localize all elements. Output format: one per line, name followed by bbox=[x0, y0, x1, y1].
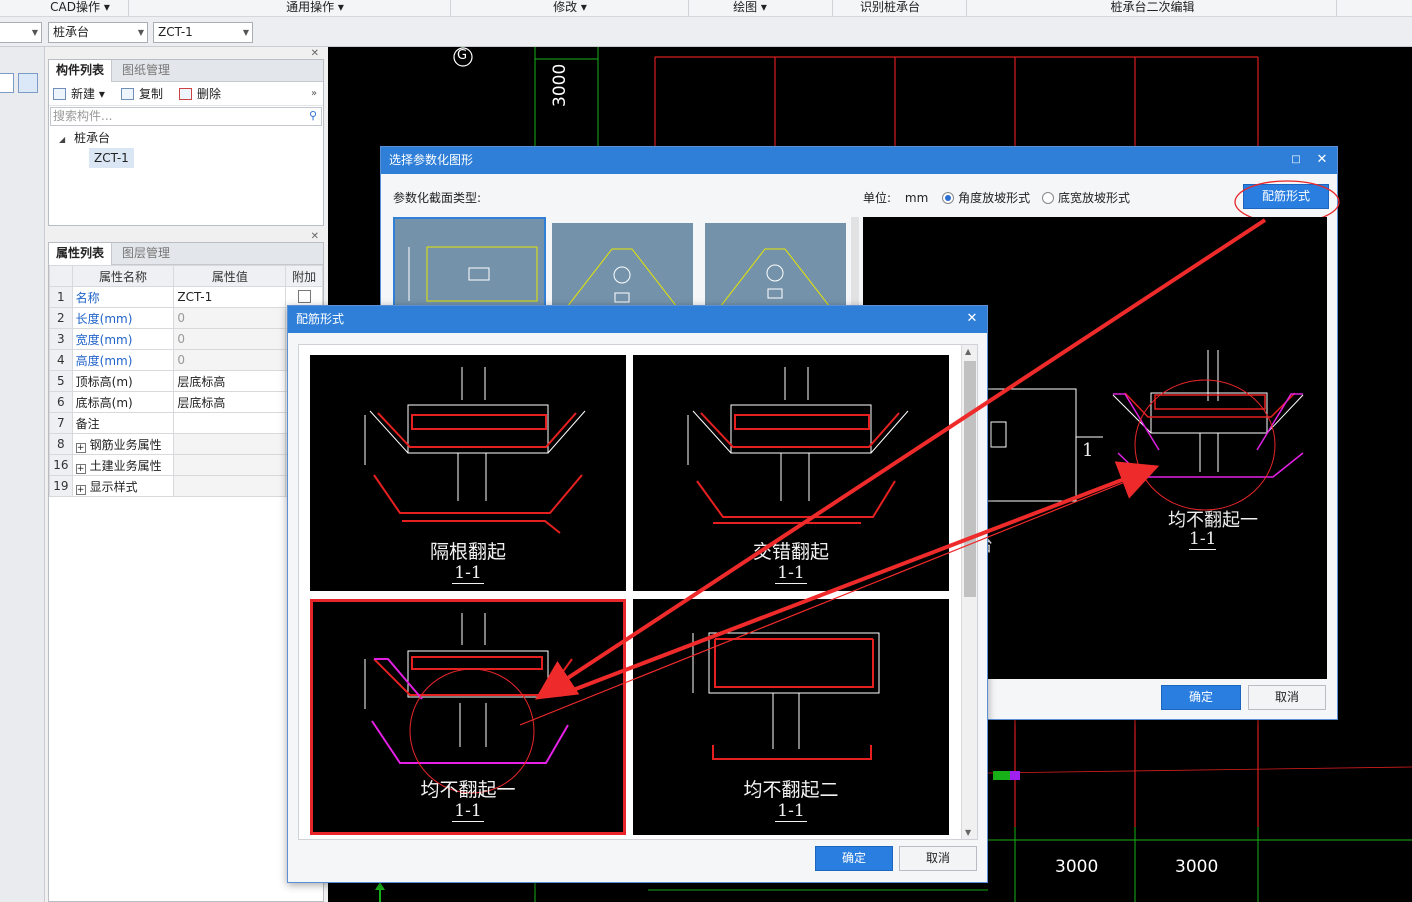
cancel-button[interactable]: 取消 bbox=[899, 846, 977, 871]
section-thumb-rect[interactable] bbox=[393, 217, 546, 307]
close-icon[interactable]: ✕ bbox=[311, 48, 319, 59]
scroll-down-icon[interactable]: ▼ bbox=[965, 828, 971, 837]
option-caption: 均不翻起二 bbox=[743, 779, 839, 801]
list-view-icon[interactable] bbox=[0, 73, 14, 93]
property-value-cell[interactable]: ZCT-1 bbox=[173, 286, 287, 308]
thumb-scrollbar[interactable] bbox=[851, 217, 859, 307]
component-combo[interactable]: ZCT-1 ▼ bbox=[153, 22, 253, 43]
section-type-label: 参数化截面类型: bbox=[393, 191, 482, 205]
rebar-option-no-bend-2[interactable]: 均不翻起二 1-1 bbox=[633, 599, 949, 835]
collapse-icon[interactable]: ◢ bbox=[59, 135, 65, 144]
table-row[interactable]: 6 底标高(m) 层底标高 bbox=[49, 391, 323, 413]
cancel-button[interactable]: 取消 bbox=[1248, 685, 1326, 710]
left-icon-strip bbox=[0, 47, 45, 902]
close-icon[interactable]: ✕ bbox=[311, 231, 319, 242]
component-list-panel: ✕ 构件列表 图纸管理 新建 ▾ 复制 删除 » 搜索构件... ⚲ ◢ 桩承台… bbox=[48, 48, 324, 226]
table-row[interactable]: 19 + 显示样式 bbox=[49, 475, 323, 497]
axis-label: G bbox=[457, 48, 468, 63]
dimension-text: 3000 bbox=[1055, 857, 1099, 877]
menu-general-ops[interactable]: 通用操作 ▾ bbox=[270, 0, 360, 16]
rebar-options-list: 隔根翻起 1-1 交错翻起 1-1 均不翻起一 1-1 均不翻起二 1-1 ▲ … bbox=[298, 344, 978, 840]
close-icon[interactable]: ✕ bbox=[1311, 147, 1333, 174]
table-row[interactable]: 5 顶标高(m) 层底标高 bbox=[49, 370, 323, 392]
tab-property-list[interactable]: 属性列表 bbox=[49, 243, 113, 265]
menu-bar: CAD操作 ▾ 通用操作 ▾ 修改 ▾ 绘图 ▾ 识别桩承台 桩承台二次编辑 bbox=[0, 0, 1412, 17]
table-row[interactable]: 2 长度(mm) 0 bbox=[49, 307, 323, 329]
tab-component-list[interactable]: 构件列表 bbox=[49, 60, 113, 82]
menu-cad-ops[interactable]: CAD操作 ▾ bbox=[40, 0, 120, 16]
dimension-text: 3000 bbox=[550, 63, 570, 107]
dialog-title-bar: 选择参数化图形 □ ✕ bbox=[381, 147, 1337, 174]
options-scrollbar[interactable]: ▲ ▼ bbox=[961, 345, 977, 839]
menu-modify[interactable]: 修改 ▾ bbox=[540, 0, 600, 16]
table-row[interactable]: 3 宽度(mm) 0 bbox=[49, 328, 323, 350]
table-row[interactable]: 7 备注 bbox=[49, 412, 323, 434]
tree-item-zct-1[interactable]: ZCT-1 bbox=[89, 148, 134, 168]
option-caption: 交错翻起 bbox=[752, 541, 829, 563]
delete-icon bbox=[179, 88, 192, 100]
tab-drawing-management[interactable]: 图纸管理 bbox=[115, 60, 177, 82]
option-section-label: 1-1 bbox=[452, 801, 484, 822]
copy-button[interactable]: 复制 bbox=[119, 85, 163, 103]
table-row[interactable]: 1 名称 ZCT-1 bbox=[49, 286, 323, 308]
menu-draw[interactable]: 绘图 ▾ bbox=[720, 0, 780, 16]
expand-icon[interactable]: + bbox=[75, 463, 86, 474]
floor-combo[interactable]: ▼ bbox=[0, 22, 42, 43]
type-combo[interactable]: 桩承台 ▼ bbox=[48, 22, 148, 43]
expand-icon[interactable]: + bbox=[75, 442, 86, 453]
rebar-option-alternate-bar[interactable]: 隔根翻起 1-1 bbox=[310, 355, 626, 591]
menu-identify-cap[interactable]: 识别桩承台 bbox=[845, 0, 935, 16]
option-section-label: 1-1 bbox=[775, 563, 807, 584]
option-section-label: 1-1 bbox=[775, 801, 807, 822]
preview-side-label: 1 bbox=[1082, 440, 1094, 461]
extra-checkbox[interactable] bbox=[297, 290, 311, 303]
tree-root[interactable]: ◢ 桩承台 bbox=[49, 128, 323, 148]
radio-angle-slope[interactable]: 角度放坡形式 bbox=[942, 191, 1030, 205]
search-input[interactable]: 搜索构件... bbox=[50, 107, 322, 126]
unit-row: 单位: mm 角度放坡形式 底宽放坡形式 bbox=[863, 191, 1130, 205]
copy-icon bbox=[121, 88, 134, 100]
search-icon[interactable]: ⚲ bbox=[309, 109, 317, 122]
expand-icon[interactable]: + bbox=[75, 484, 86, 495]
table-row[interactable]: 8 + 钢筋业务属性 bbox=[49, 433, 323, 455]
col-property-value: 属性值 bbox=[173, 265, 287, 287]
scroll-thumb[interactable] bbox=[964, 361, 976, 597]
col-property-name: 属性名称 bbox=[71, 265, 175, 287]
table-row[interactable]: 16 + 土建业务属性 bbox=[49, 454, 323, 476]
dialog-title-bar: 配筋形式 ✕ bbox=[288, 306, 987, 333]
property-list-panel: ✕ 属性列表 图层管理 属性名称 属性值 附加 1 名称 ZCT-1 2 长度(… bbox=[48, 231, 324, 902]
tab-layer-management[interactable]: 图层管理 bbox=[115, 243, 177, 265]
maximize-icon[interactable]: □ bbox=[1285, 147, 1307, 174]
scroll-up-icon[interactable]: ▲ bbox=[965, 347, 971, 356]
table-row[interactable]: 4 高度(mm) 0 bbox=[49, 349, 323, 371]
radio-bottom-width-slope[interactable]: 底宽放坡形式 bbox=[1041, 191, 1130, 205]
preview-section-label: 1-1 bbox=[1189, 529, 1217, 550]
close-icon[interactable]: ✕ bbox=[961, 306, 983, 333]
ok-button[interactable]: 确定 bbox=[815, 846, 893, 871]
property-table: 属性名称 属性值 附加 1 名称 ZCT-1 2 长度(mm) 0 3 宽度(m… bbox=[49, 265, 323, 497]
option-caption: 均不翻起一 bbox=[420, 779, 516, 801]
delete-button[interactable]: 删除 bbox=[177, 85, 221, 103]
section-thumb-trapezoid-2[interactable] bbox=[705, 223, 846, 308]
rebar-option-no-bend-1[interactable]: 均不翻起一 1-1 bbox=[310, 599, 626, 835]
new-button[interactable]: 新建 ▾ bbox=[51, 85, 105, 103]
rebar-option-staggered[interactable]: 交错翻起 1-1 bbox=[633, 355, 949, 591]
dimension-text: 3000 bbox=[1175, 857, 1219, 877]
option-caption: 隔根翻起 bbox=[429, 541, 506, 563]
more-icon[interactable]: » bbox=[311, 85, 317, 103]
rebar-form-dialog: 配筋形式 ✕ 隔根翻起 1-1 交错翻起 1-1 均不翻起一 1-1 均不翻起二… bbox=[287, 305, 988, 883]
menu-cap-edit[interactable]: 桩承台二次编辑 bbox=[1095, 0, 1210, 16]
section-thumb-trapezoid-1[interactable] bbox=[552, 223, 693, 308]
new-icon bbox=[53, 88, 66, 100]
ok-button[interactable]: 确定 bbox=[1161, 685, 1241, 710]
combo-toolbar: ▼ 桩承台 ▼ ZCT-1 ▼ bbox=[0, 17, 1412, 47]
option-section-label: 1-1 bbox=[452, 563, 484, 584]
col-extra: 附加 bbox=[285, 265, 323, 287]
property-view-icon[interactable] bbox=[18, 73, 38, 93]
